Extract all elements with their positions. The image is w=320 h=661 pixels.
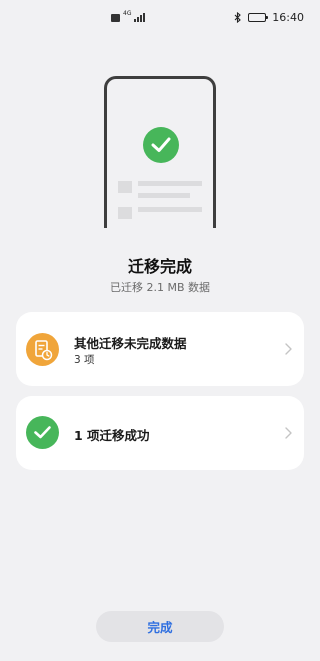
status-bar: 4G 16:40 (0, 0, 320, 36)
document-thumbnail-icon (118, 207, 132, 219)
page-title: 迁移完成 (127, 257, 192, 276)
migration-complete-screen: 4G 16:40 迁移完成 已迁移 2.1 MB 数据 其他迁移未完成数据 3 … (0, 0, 320, 661)
document-line (138, 207, 202, 212)
document-line (138, 181, 202, 186)
signal-icon (134, 13, 146, 22)
status-bar-left: 4G (111, 10, 146, 22)
status-bar-right: 16:40 (234, 11, 304, 24)
incomplete-data-count: 3 项 (74, 354, 95, 366)
bluetooth-icon (234, 12, 242, 23)
sim-card-icon (111, 13, 120, 22)
done-button[interactable]: 完成 (96, 611, 224, 642)
migrated-size-text: 已迁移 2.1 MB 数据 (109, 281, 211, 294)
document-thumbnail-icon (118, 181, 132, 193)
incomplete-data-card[interactable]: 其他迁移未完成数据 3 项 (16, 312, 304, 386)
migration-success-card[interactable]: 1 项迁移成功 (16, 396, 304, 470)
document-line (138, 193, 190, 198)
success-check-icon (26, 416, 59, 449)
network-type: 4G (123, 10, 132, 17)
migration-success-title: 1 项迁移成功 (74, 428, 150, 443)
pending-data-icon (26, 333, 59, 366)
success-check-icon (143, 127, 179, 163)
chevron-right-icon (285, 427, 292, 439)
chevron-right-icon (285, 343, 292, 355)
status-time: 16:40 (272, 11, 304, 24)
battery-icon (248, 13, 269, 22)
phone-illustration (104, 76, 216, 228)
incomplete-data-title: 其他迁移未完成数据 (74, 336, 187, 351)
